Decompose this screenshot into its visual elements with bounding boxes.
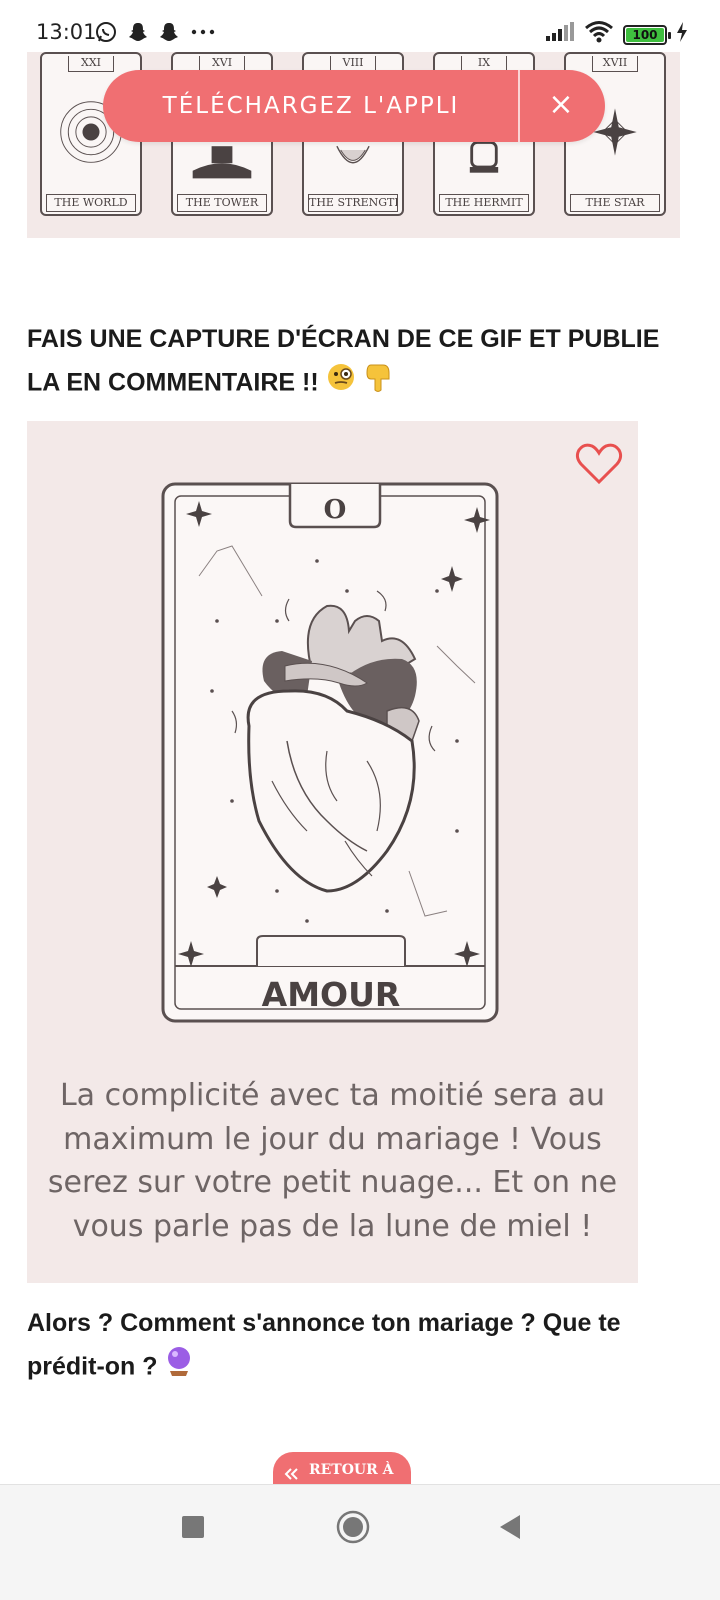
card-numeral-text: O bbox=[324, 495, 347, 525]
card-title-text: AMOUR bbox=[262, 975, 401, 1014]
back-to-label: RETOUR À bbox=[309, 1462, 394, 1478]
card-message-line: vous parle pas de la lune de miel ! bbox=[72, 1208, 593, 1244]
heart-icon[interactable] bbox=[573, 440, 625, 488]
article-heading: FAIS UNE CAPTURE D'ÉCRAN DE CE GIF ET PU… bbox=[27, 318, 687, 407]
back-triangle-icon[interactable] bbox=[480, 1505, 540, 1549]
recents-square-icon[interactable] bbox=[163, 1505, 223, 1549]
question-text: Alors ? Comment s'annonce ton mariage ? … bbox=[27, 1309, 621, 1381]
article-question: Alors ? Comment s'annonce ton mariage ? … bbox=[27, 1302, 687, 1391]
signal-icon bbox=[545, 21, 575, 48]
more-dots-icon bbox=[189, 21, 217, 48]
monocle-face-emoji bbox=[326, 362, 356, 406]
charging-icon bbox=[676, 21, 688, 48]
status-time: 13:01 bbox=[36, 20, 97, 44]
download-app-banner: TÉLÉCHARGEZ L'APPLI × bbox=[103, 70, 605, 142]
snapchat-icon bbox=[158, 21, 180, 48]
status-system-icons: 100 bbox=[545, 20, 688, 49]
wifi-icon bbox=[584, 20, 614, 49]
pointing-down-emoji bbox=[363, 361, 393, 407]
card-message: La complicité avec ta moitié sera au max… bbox=[27, 1074, 638, 1248]
card-message-line: La complicité avec ta moitié sera au bbox=[59, 1078, 606, 1113]
status-notification-icons bbox=[94, 20, 217, 49]
crystal-ball-emoji bbox=[164, 1345, 194, 1391]
system-nav-bar bbox=[0, 1484, 720, 1600]
home-circle-icon[interactable] bbox=[323, 1505, 383, 1549]
download-app-button[interactable]: TÉLÉCHARGEZ L'APPLI bbox=[103, 70, 519, 142]
card-name: THE TOWER bbox=[177, 194, 267, 212]
status-bar: 13:01 100 bbox=[0, 0, 720, 52]
battery-level: 100 bbox=[632, 27, 658, 42]
card-name: THE HERMIT bbox=[439, 194, 529, 212]
whatsapp-icon bbox=[94, 20, 118, 49]
card-message-line: maximum le jour du mariage ! Vous bbox=[63, 1121, 602, 1157]
card-name: THE WORLD bbox=[46, 194, 136, 212]
card-name: THE STAR bbox=[570, 194, 660, 212]
card-name: THE STRENGTH bbox=[308, 194, 398, 212]
double-chevron-icon bbox=[283, 1466, 301, 1486]
close-banner-button[interactable]: × bbox=[519, 70, 603, 142]
battery-icon: 100 bbox=[623, 24, 671, 45]
card-message-line: serez sur votre petit nuage... Et on ne bbox=[47, 1165, 618, 1200]
snapchat-icon bbox=[127, 21, 149, 48]
